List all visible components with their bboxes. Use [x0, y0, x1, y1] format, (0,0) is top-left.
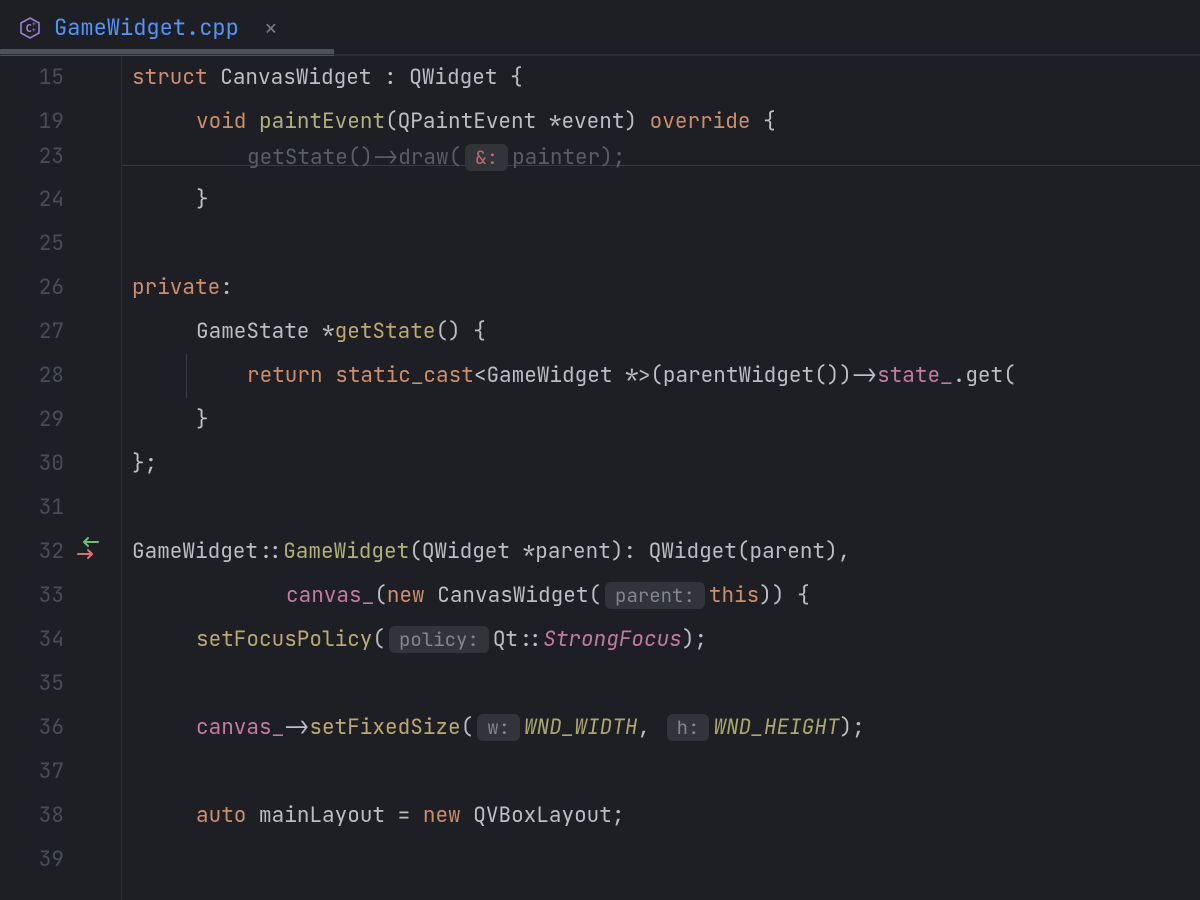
- line-number[interactable]: 30: [0, 442, 64, 486]
- indent-guide: [186, 354, 187, 398]
- line-number[interactable]: 24: [0, 178, 64, 222]
- line-number[interactable]: 27: [0, 310, 64, 354]
- tab-gamewidget[interactable]: C + + GameWidget.cpp ✕: [0, 0, 295, 55]
- svg-text:+: +: [32, 27, 36, 34]
- gutter: 15 19 23 24 25 26 27 28 29 30 31 32 33 3…: [0, 56, 122, 900]
- line-number[interactable]: 37: [0, 750, 64, 794]
- code-area[interactable]: struct CanvasWidget : QWidget { void pai…: [122, 56, 1200, 900]
- code-line: }: [196, 178, 209, 222]
- line-number[interactable]: 34: [0, 618, 64, 662]
- code-line: GameWidget::GameWidget(QWidget *parent):…: [132, 530, 850, 574]
- code-line: struct CanvasWidget : QWidget {: [132, 56, 523, 100]
- cpp-file-icon: C + +: [18, 16, 42, 40]
- code-line: private:: [132, 266, 233, 310]
- code-line: getState()->draw(&:painter);: [247, 136, 625, 180]
- line-number[interactable]: 25: [0, 222, 64, 266]
- tab-scroll-thumb[interactable]: [0, 49, 334, 56]
- line-number[interactable]: 29: [0, 398, 64, 442]
- code-line: canvas_(new CanvasWidget(parent:this)) {: [286, 574, 810, 618]
- line-number[interactable]: 39: [0, 838, 64, 882]
- code-line: };: [132, 442, 157, 486]
- editor: 15 19 23 24 25 26 27 28 29 30 31 32 33 3…: [0, 56, 1200, 900]
- code-line: GameState *getState() {: [196, 310, 486, 354]
- line-number[interactable]: 15: [0, 56, 64, 100]
- code-line: }: [196, 398, 209, 442]
- tab-bar: C + + GameWidget.cpp ✕: [0, 0, 1200, 56]
- code-line: return static_cast<GameWidget *>(parentW…: [247, 354, 1016, 398]
- line-number[interactable]: 36: [0, 706, 64, 750]
- tab-filename: GameWidget.cpp: [54, 13, 239, 42]
- line-number[interactable]: 23: [0, 135, 64, 179]
- line-number[interactable]: 33: [0, 574, 64, 618]
- line-number[interactable]: 32: [0, 530, 64, 574]
- close-icon[interactable]: ✕: [265, 18, 277, 38]
- line-number[interactable]: 35: [0, 662, 64, 706]
- line-number[interactable]: 31: [0, 486, 64, 530]
- code-line: canvas_->setFixedSize(w:WND_WIDTH, h:WND…: [196, 706, 865, 750]
- code-line: auto mainLayout = new QVBoxLayout;: [196, 794, 624, 838]
- line-number[interactable]: 28: [0, 354, 64, 398]
- line-number[interactable]: 38: [0, 794, 64, 838]
- line-number[interactable]: 26: [0, 266, 64, 310]
- code-line: setFocusPolicy(policy:Qt::StrongFocus);: [196, 618, 707, 662]
- recursive-call-icon[interactable]: [72, 526, 104, 570]
